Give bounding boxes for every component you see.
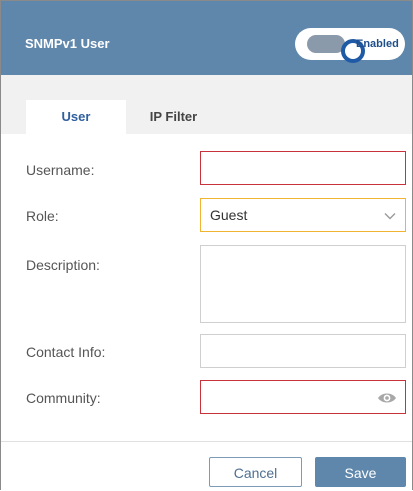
toggle-label: Enabled	[356, 38, 399, 50]
role-select[interactable]: Guest	[200, 198, 406, 232]
chevron-down-icon	[384, 213, 396, 220]
contact-info-input[interactable]	[201, 335, 405, 367]
save-button[interactable]: Save	[315, 457, 406, 487]
tab-bar: User IP Filter	[1, 75, 412, 134]
username-input[interactable]	[201, 152, 405, 184]
username-label: Username:	[26, 162, 95, 178]
cancel-button[interactable]: Cancel	[209, 457, 302, 487]
description-input[interactable]	[201, 246, 405, 322]
tab-ip-filter[interactable]: IP Filter	[126, 100, 221, 134]
role-label: Role:	[26, 208, 59, 224]
dialog-header: SNMPv1 User Enabled	[1, 1, 412, 75]
community-input[interactable]	[201, 381, 371, 413]
snmp-user-dialog: SNMPv1 User Enabled User IP Filter Usern…	[0, 0, 413, 490]
enabled-toggle[interactable]: Enabled	[295, 28, 405, 63]
description-field[interactable]	[200, 245, 406, 323]
description-label: Description:	[26, 257, 100, 273]
username-field[interactable]	[200, 151, 406, 185]
community-field[interactable]	[200, 380, 406, 414]
role-selected-value: Guest	[210, 207, 248, 223]
contact-info-label: Contact Info:	[26, 344, 106, 360]
contact-info-field[interactable]	[200, 334, 406, 368]
dialog-title: SNMPv1 User	[25, 36, 110, 51]
tab-user[interactable]: User	[26, 100, 126, 134]
community-label: Community:	[26, 390, 101, 406]
footer-divider	[1, 441, 412, 442]
toggle-track	[307, 35, 365, 63]
eye-icon[interactable]	[377, 390, 397, 406]
